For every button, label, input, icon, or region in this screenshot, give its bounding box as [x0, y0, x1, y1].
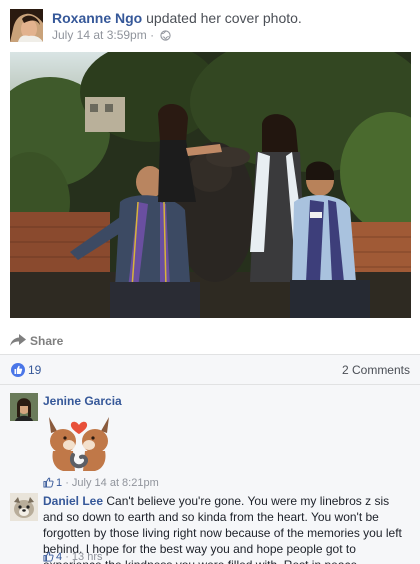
cover-photo[interactable]: [10, 52, 411, 318]
sticker-image: [43, 411, 115, 473]
share-button[interactable]: Share: [30, 334, 63, 348]
like-count[interactable]: 19: [28, 363, 41, 377]
comment-count[interactable]: 2 Comments: [342, 363, 410, 377]
thumbs-up-icon[interactable]: [43, 477, 54, 491]
share-bar: Share: [10, 326, 410, 354]
post-timestamp[interactable]: July 14 at 3:59pm: [52, 28, 147, 42]
comment-body: Jenine Garcia: [43, 393, 408, 409]
commenter-avatar[interactable]: [10, 493, 38, 521]
thumbs-up-icon[interactable]: [43, 551, 54, 564]
globe-icon[interactable]: [160, 30, 172, 44]
post-meta: July 14 at 3:59pm ·: [52, 28, 172, 44]
comment-timestamp[interactable]: 13 hrs: [72, 551, 103, 563]
comment-like-count[interactable]: 1: [56, 477, 62, 489]
reactions-stats-row: 19 2 Comments: [0, 355, 420, 385]
comment-item: Jenine Garcia 1 · July 14 at 8:21pm: [0, 391, 420, 489]
comment-meta: 4 · 13 hrs: [43, 551, 103, 564]
comment-author-link[interactable]: Daniel Lee: [43, 494, 103, 508]
comment-author-link[interactable]: Jenine Garcia: [43, 394, 122, 408]
comment-like-count[interactable]: 4: [56, 551, 62, 563]
meta-separator: ·: [150, 28, 155, 42]
comment-meta: 1 · July 14 at 8:21pm: [43, 477, 159, 491]
post-action-text: updated her cover photo.: [146, 10, 302, 26]
share-arrow-icon[interactable]: [10, 333, 26, 351]
thumbs-up-icon[interactable]: [11, 363, 25, 377]
meta-separator: ·: [65, 477, 69, 489]
commenter-avatar[interactable]: [10, 393, 38, 421]
author-avatar[interactable]: [10, 9, 43, 42]
comment-item: Daniel Lee Can't believe you're gone. Yo…: [0, 493, 420, 564]
post-title: Roxanne Ngo updated her cover photo.: [52, 10, 302, 26]
post-author-link[interactable]: Roxanne Ngo: [52, 10, 142, 26]
meta-separator: ·: [65, 551, 69, 563]
post-header: Roxanne Ngo updated her cover photo. Jul…: [0, 0, 420, 50]
comments-section: 19 2 Comments Jenine Garcia 1 · July 14 …: [0, 354, 420, 564]
comment-timestamp[interactable]: July 14 at 8:21pm: [72, 477, 159, 489]
